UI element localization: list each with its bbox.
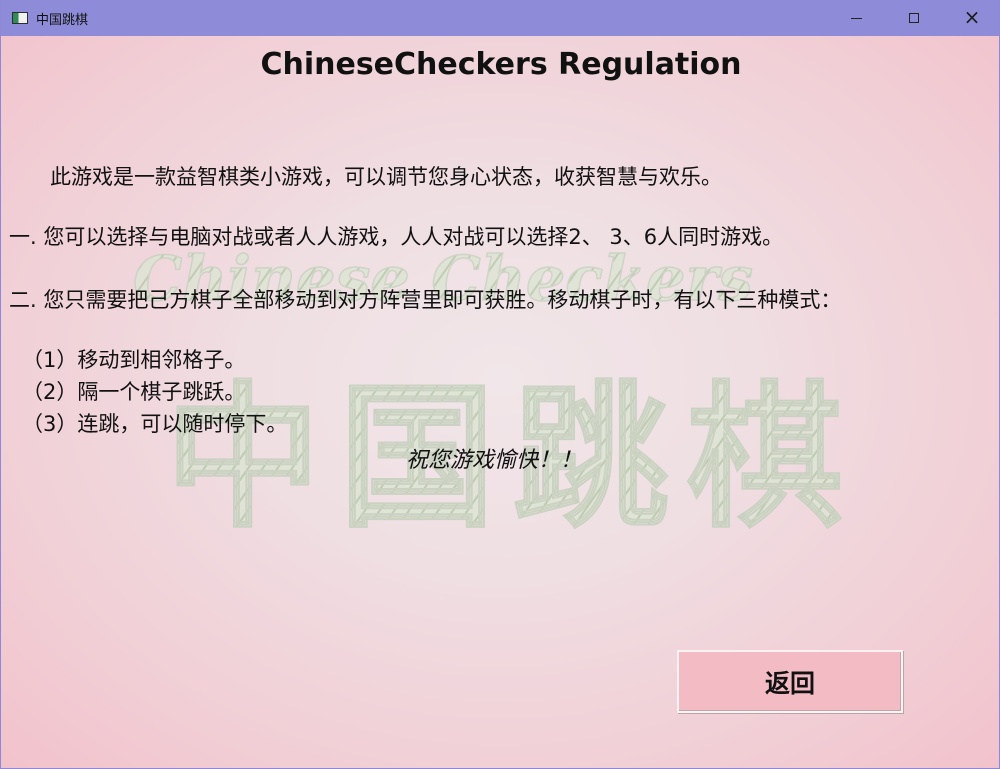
app-window: 中国跳棋 × Chinese Checkers 中国跳棋 ChineseChec…: [0, 0, 1000, 769]
title-bar[interactable]: 中国跳棋 ×: [1, 0, 999, 36]
maximize-button[interactable]: [885, 0, 943, 36]
minimize-button[interactable]: [827, 0, 885, 36]
move-mode-one: （1）移动到相邻格子。: [22, 348, 246, 372]
rule-one: 一. 您可以选择与电脑对战或者人人游戏，人人对战可以选择2、 3、6人同时游戏。: [9, 225, 784, 249]
regulation-panel: Chinese Checkers 中国跳棋 ChineseCheckers Re…: [1, 36, 999, 768]
move-mode-three: （3）连跳，可以随时停下。: [22, 412, 288, 436]
maximize-icon: [909, 13, 919, 23]
checkerboard-app-icon: [12, 12, 28, 24]
intro-text: 此游戏是一款益智棋类小游戏，可以调节您身心状态，收获智慧与欢乐。: [50, 165, 722, 189]
close-button[interactable]: ×: [943, 0, 999, 36]
page-title: ChineseCheckers Regulation: [260, 47, 742, 82]
back-button[interactable]: 返回: [677, 650, 903, 713]
window-controls: ×: [827, 0, 999, 36]
rule-two: 二. 您只需要把己方棋子全部移动到对方阵营里即可获胜。移动棋子时，有以下三种模式…: [9, 288, 842, 312]
window-title: 中国跳棋: [36, 12, 89, 28]
minimize-icon: [850, 18, 862, 19]
good-luck-message: 祝您游戏愉快！！: [406, 448, 583, 473]
move-mode-two: （2）隔一个棋子跳跃。: [22, 380, 246, 404]
close-icon: ×: [963, 5, 981, 29]
